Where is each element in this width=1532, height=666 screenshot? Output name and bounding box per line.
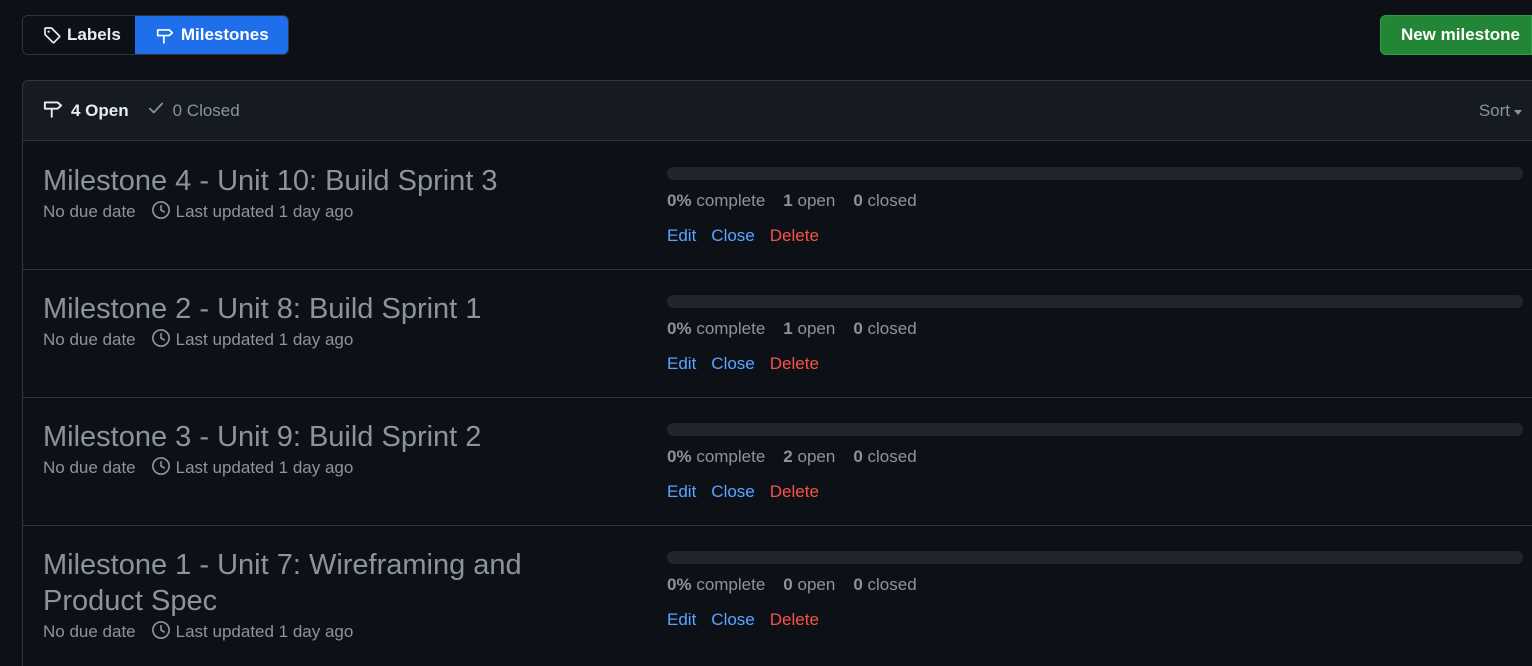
last-updated-text: Last updated 1 day ago [175, 458, 354, 477]
milestone-title[interactable]: Milestone 2 - Unit 8: Build Sprint 1 [43, 291, 603, 327]
milestone-meta: No due date Last updated 1 day ago [43, 327, 603, 353]
milestone-title[interactable]: Milestone 1 - Unit 7: Wireframing and Pr… [43, 547, 603, 619]
open-filter-label: 4 Open [71, 100, 129, 120]
milestone-meta: No due date Last updated 1 day ago [43, 619, 603, 645]
sort-dropdown[interactable]: Sort [1479, 81, 1522, 141]
delete-link[interactable]: Delete [770, 354, 819, 374]
due-date: No due date [43, 202, 136, 221]
milestone-progress: 0% complete 0 open 0 closed Edit Close D… [667, 551, 1523, 632]
milestone-stats: 0% complete 1 open 0 closed [667, 317, 1523, 341]
close-link[interactable]: Close [711, 610, 754, 630]
milestone-progress: 0% complete 1 open 0 closed Edit Close D… [667, 295, 1523, 376]
closed-filter[interactable]: 0 Closed [147, 99, 240, 122]
topbar: Labels Milestones New milestone [22, 15, 1532, 55]
closed-count: 0 closed [853, 191, 917, 210]
due-date: No due date [43, 458, 136, 477]
milestone-actions: Edit Close Delete [667, 480, 1523, 504]
percent-complete: 0% complete [667, 575, 766, 594]
delete-link[interactable]: Delete [770, 482, 819, 502]
new-milestone-button[interactable]: New milestone [1379, 15, 1532, 55]
progress-bar [667, 295, 1523, 308]
closed-count: 0 closed [853, 447, 917, 466]
delete-link[interactable]: Delete [770, 610, 819, 630]
labels-tab[interactable]: Labels [23, 16, 135, 54]
milestone-row: Milestone 1 - Unit 7: Wireframing and Pr… [23, 526, 1532, 666]
sort-label: Sort [1478, 101, 1510, 120]
progress-bar [667, 423, 1523, 436]
milestone-row: Milestone 4 - Unit 10: Build Sprint 3 No… [23, 141, 1532, 270]
milestone-actions: Edit Close Delete [667, 352, 1523, 376]
milestone-stats: 0% complete 2 open 0 closed [667, 445, 1523, 469]
milestone-info: Milestone 3 - Unit 9: Build Sprint 2 No … [43, 419, 603, 481]
last-updated-text: Last updated 1 day ago [175, 202, 354, 221]
milestone-title[interactable]: Milestone 3 - Unit 9: Build Sprint 2 [43, 419, 603, 455]
edit-link[interactable]: Edit [667, 354, 696, 374]
last-updated-text: Last updated 1 day ago [175, 622, 354, 641]
close-link[interactable]: Close [711, 226, 754, 246]
open-count: 0 open [783, 575, 836, 594]
milestone-stats: 0% complete 1 open 0 closed [667, 189, 1523, 213]
close-link[interactable]: Close [711, 354, 754, 374]
milestone-info: Milestone 2 - Unit 8: Build Sprint 1 No … [43, 291, 603, 353]
open-count: 1 open [783, 191, 836, 210]
edit-link[interactable]: Edit [667, 226, 696, 246]
tag-icon [43, 26, 61, 44]
last-updated: Last updated 1 day ago [151, 620, 354, 645]
closed-count: 0 closed [853, 319, 917, 338]
clock-icon [151, 328, 171, 353]
delete-link[interactable]: Delete [770, 226, 819, 246]
milestone-progress: 0% complete 1 open 0 closed Edit Close D… [667, 167, 1523, 248]
check-icon [147, 99, 165, 122]
milestone-row: Milestone 2 - Unit 8: Build Sprint 1 No … [23, 270, 1532, 398]
last-updated: Last updated 1 day ago [151, 200, 354, 225]
last-updated: Last updated 1 day ago [151, 456, 354, 481]
milestone-meta: No due date Last updated 1 day ago [43, 199, 603, 225]
last-updated: Last updated 1 day ago [151, 328, 354, 353]
percent-complete: 0% complete [667, 447, 766, 466]
milestone-progress: 0% complete 2 open 0 closed Edit Close D… [667, 423, 1523, 504]
milestone-icon [155, 26, 175, 44]
labels-milestones-switcher: Labels Milestones [22, 15, 289, 55]
progress-bar [667, 551, 1523, 564]
open-count: 1 open [783, 319, 836, 338]
milestone-title[interactable]: Milestone 4 - Unit 10: Build Sprint 3 [43, 163, 603, 199]
list-header: 4 Open 0 Closed Sort [23, 81, 1532, 141]
caret-down-icon [1514, 109, 1522, 115]
clock-icon [151, 456, 171, 481]
percent-complete: 0% complete [667, 319, 766, 338]
clock-icon [151, 200, 171, 225]
milestone-info: Milestone 4 - Unit 10: Build Sprint 3 No… [43, 163, 603, 225]
closed-filter-label: 0 Closed [172, 100, 240, 120]
milestone-icon [43, 98, 63, 123]
close-link[interactable]: Close [711, 482, 754, 502]
edit-link[interactable]: Edit [667, 482, 696, 502]
milestone-meta: No due date Last updated 1 day ago [43, 455, 603, 481]
open-filter[interactable]: 4 Open [43, 98, 129, 123]
last-updated-text: Last updated 1 day ago [175, 330, 354, 349]
percent-complete: 0% complete [667, 191, 766, 210]
milestones-tab-label: Milestones [180, 25, 269, 44]
milestone-info: Milestone 1 - Unit 7: Wireframing and Pr… [43, 547, 603, 645]
clock-icon [151, 620, 171, 645]
due-date: No due date [43, 330, 136, 349]
edit-link[interactable]: Edit [667, 610, 696, 630]
milestone-stats: 0% complete 0 open 0 closed [667, 573, 1523, 597]
open-count: 2 open [783, 447, 836, 466]
due-date: No due date [43, 622, 136, 641]
milestone-actions: Edit Close Delete [667, 608, 1523, 632]
milestone-row: Milestone 3 - Unit 9: Build Sprint 2 No … [23, 398, 1532, 526]
labels-tab-label: Labels [67, 25, 121, 44]
progress-bar [667, 167, 1523, 180]
milestone-actions: Edit Close Delete [667, 224, 1523, 248]
closed-count: 0 closed [853, 575, 917, 594]
milestones-list: 4 Open 0 Closed Sort Milestone 4 - Unit … [22, 80, 1532, 666]
milestones-tab[interactable]: Milestones [134, 16, 288, 54]
